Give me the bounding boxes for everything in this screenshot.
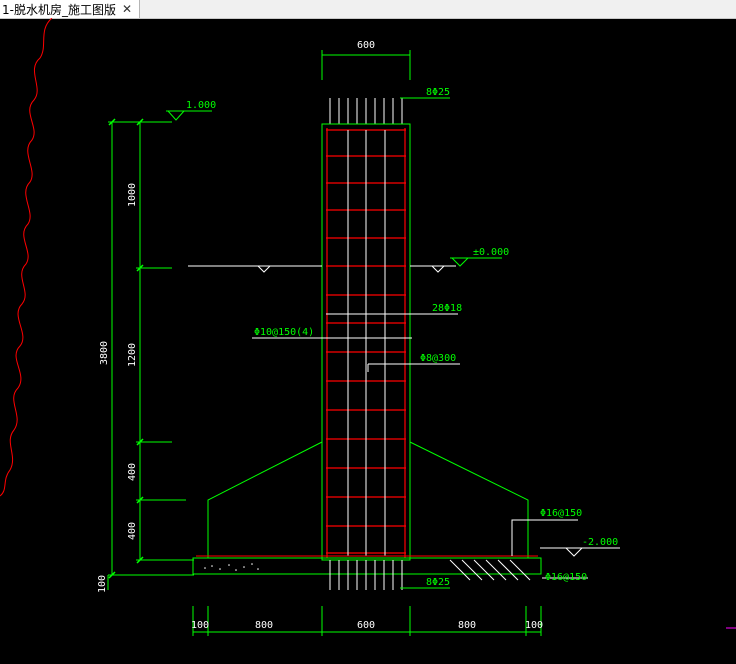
footing-outline <box>207 441 529 558</box>
main-rebar-label: 28Φ18 <box>432 303 462 314</box>
bottom-rebar-stubs <box>329 560 403 590</box>
top-rebar-stubs <box>329 98 403 124</box>
dim-segment-5: 100 <box>97 575 108 593</box>
slab-bottom-label: Φ16@150 <box>545 572 587 583</box>
top-rebar-label: 8Φ25 <box>426 87 450 98</box>
subbase-hatch <box>449 559 531 581</box>
elevation-marker-base <box>540 547 620 557</box>
slab-top-label: Φ16@150 <box>540 508 582 519</box>
dim-segment-1: 1000 <box>127 183 138 207</box>
stirrup-label: Φ10@150(4) <box>254 327 314 338</box>
close-icon[interactable]: ✕ <box>122 0 132 18</box>
bottom-rebar-label: 8Φ25 <box>426 577 450 588</box>
column-main-bars <box>347 130 386 556</box>
document-tab[interactable]: 1-脱水机房_施工图版 ✕ <box>0 0 140 18</box>
dim-total-height: 3800 <box>99 341 110 365</box>
document-tab-title: 1-脱水机房_施工图版 <box>2 2 116 17</box>
elevation-ground-label: ±0.000 <box>473 247 509 258</box>
dim-bottom-2: 800 <box>255 620 273 631</box>
dim-segment-2: 1200 <box>127 343 138 367</box>
dim-bottom-1: 100 <box>191 620 209 631</box>
dim-segment-3: 400 <box>127 463 138 481</box>
elevation-top-label: 1.000 <box>186 100 216 111</box>
top-dimension <box>321 50 411 80</box>
revision-cloud <box>0 18 53 497</box>
document-tab-bar: 1-脱水机房_施工图版 ✕ <box>0 0 736 19</box>
slab-hatch <box>204 563 259 571</box>
left-dimension-chain <box>107 121 194 590</box>
elevation-base-label: -2.000 <box>582 537 618 548</box>
dim-bottom-4: 800 <box>458 620 476 631</box>
elevation-marker-ground <box>450 257 502 267</box>
tie-label: Φ8@300 <box>420 353 456 364</box>
dim-top-width: 600 <box>357 40 375 51</box>
dim-bottom-5: 100 <box>525 620 543 631</box>
dim-segment-4: 400 <box>127 522 138 540</box>
elevation-marker-top <box>166 110 212 121</box>
cad-drawing-canvas[interactable]: 3800 1000 1200 400 400 100 1.000 600 8Φ2… <box>0 18 736 664</box>
dim-bottom-3: 600 <box>357 620 375 631</box>
